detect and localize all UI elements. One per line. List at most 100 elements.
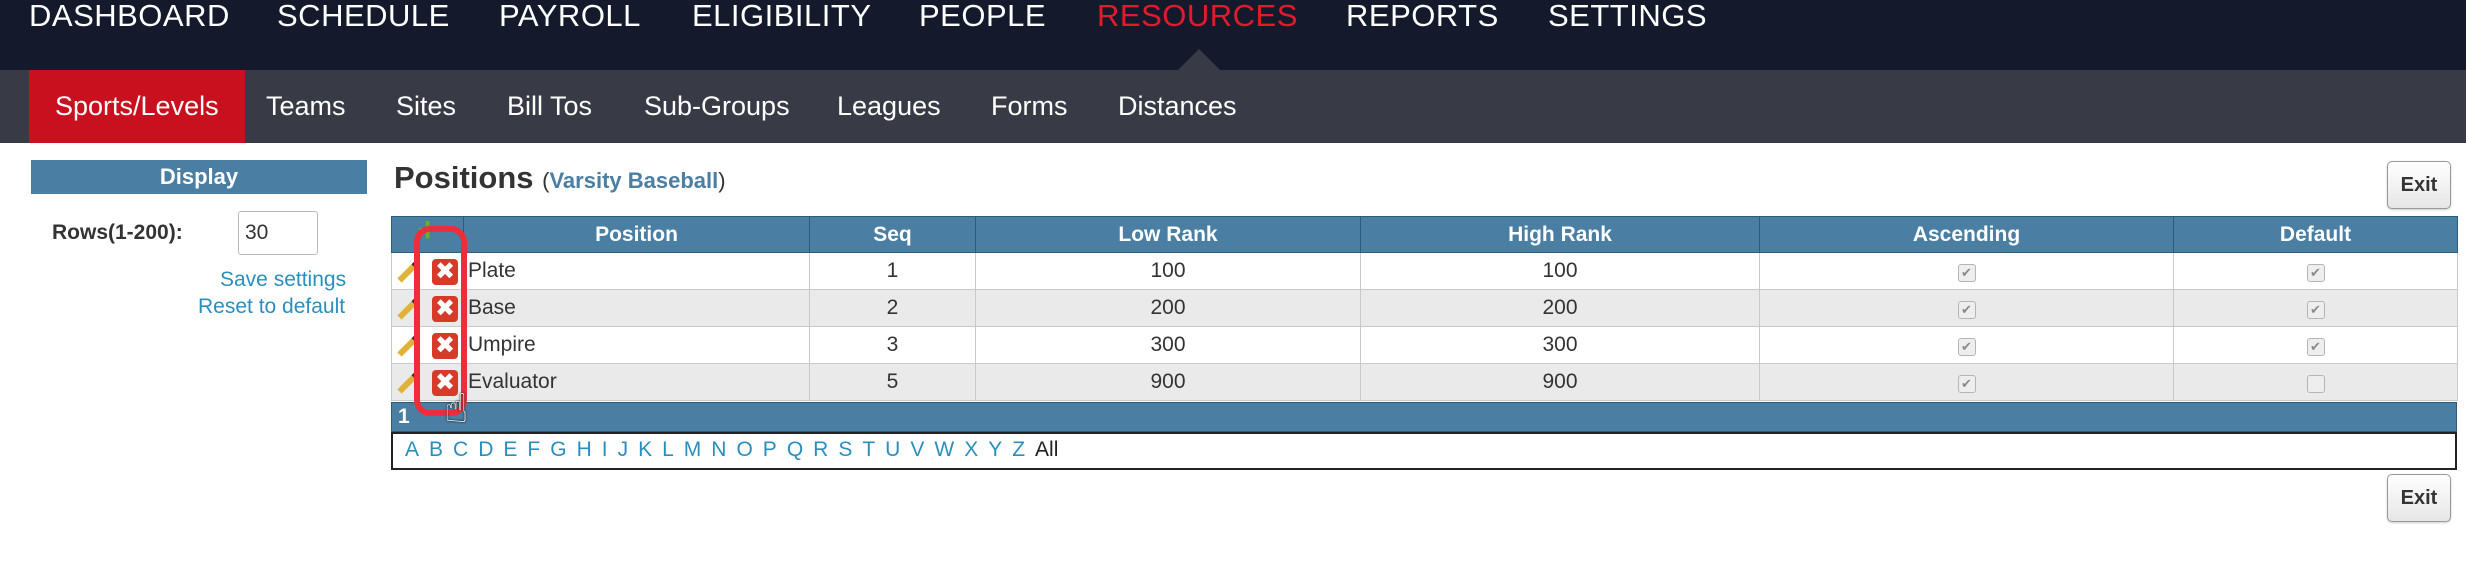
cell-high-rank: 900 [1360,363,1760,401]
cell-default: ✔ [2173,289,2458,327]
alpha-letter[interactable]: N [711,438,726,461]
cell-ascending: ✔ [1759,252,2174,290]
alpha-letter[interactable]: X [964,438,978,461]
nav-people[interactable]: PEOPLE [919,0,1046,34]
table-row: ✖ Base 2 200 200 ✔ ✔ [391,289,2458,327]
alpha-letter[interactable]: M [684,438,702,461]
sport-level-link[interactable]: Varsity Baseball [549,168,718,193]
alpha-letter[interactable]: B [429,438,443,461]
cell-low-rank: 300 [975,326,1361,364]
alpha-letter[interactable]: S [838,438,852,461]
default-checkbox: ✔ [2306,264,2325,282]
alpha-letter[interactable]: A [405,438,419,461]
nav-reports[interactable]: REPORTS [1346,0,1499,34]
alpha-letter[interactable]: G [550,438,566,461]
rows-label: Rows(1-200): [52,221,183,244]
cell-low-rank: 900 [975,363,1361,401]
alpha-letter[interactable]: U [885,438,900,461]
subnav-leagues[interactable]: Leagues [837,70,941,143]
subnav-forms[interactable]: Forms [991,70,1068,143]
subnav-sites[interactable]: Sites [396,70,456,143]
ascending-checkbox: ✔ [1957,375,1976,393]
alpha-letter[interactable]: J [618,438,629,461]
alpha-letter[interactable]: R [813,438,828,461]
col-ascending[interactable]: Ascending [1759,216,2174,253]
default-checkbox: ✔ [2306,338,2325,356]
top-nav: DASHBOARD SCHEDULE PAYROLL ELIGIBILITY P… [0,0,2466,70]
cell-ascending: ✔ [1759,326,2174,364]
alpha-letter[interactable]: T [862,438,875,461]
alpha-letter[interactable]: Z [1012,438,1025,461]
alpha-letter[interactable]: L [662,438,674,461]
cell-low-rank: 100 [975,252,1361,290]
cell-seq: 3 [809,326,976,364]
display-panel-header: Display [31,160,367,194]
ascending-checkbox: ✔ [1957,301,1976,319]
pager-bar: 1 [391,402,2457,432]
cell-high-rank: 100 [1360,252,1760,290]
rows-input[interactable] [238,211,318,255]
active-nav-indicator [1178,49,1220,70]
table-row: ✖ Evaluator 5 900 900 ✔ ✔ [391,363,2458,401]
nav-payroll[interactable]: PAYROLL [499,0,641,34]
alpha-letter[interactable]: C [453,438,468,461]
reset-default-link[interactable]: Reset to default [198,295,345,319]
save-settings-link[interactable]: Save settings [220,268,346,292]
alpha-letter[interactable]: W [934,438,954,461]
alpha-letter[interactable]: Q [787,438,803,461]
ascending-checkbox: ✔ [1957,338,1976,356]
subnav-teams[interactable]: Teams [266,70,346,143]
subnav-sports-levels[interactable]: Sports/Levels [29,70,245,143]
nav-schedule[interactable]: SCHEDULE [277,0,450,34]
exit-button-top[interactable]: Exit [2387,161,2451,209]
nav-eligibility[interactable]: ELIGIBILITY [692,0,872,34]
alpha-letter[interactable]: D [478,438,493,461]
alpha-letter[interactable]: F [527,438,540,461]
page-title-text: Positions [394,160,534,195]
alpha-letter[interactable]: P [763,438,777,461]
exit-button-bottom[interactable]: Exit [2387,474,2451,522]
col-low-rank[interactable]: Low Rank [975,216,1361,253]
page-title: Positions (Varsity Baseball) [394,160,726,196]
alpha-letter[interactable]: V [910,438,924,461]
cell-position: Evaluator [463,363,810,401]
cell-high-rank: 300 [1360,326,1760,364]
alpha-letter[interactable]: K [638,438,652,461]
cell-default: ✔ [2173,326,2458,364]
cell-position: Plate [463,252,810,290]
col-position[interactable]: Position [463,216,810,253]
alpha-letter[interactable]: O [736,438,752,461]
sub-nav: Sports/Levels Teams Sites Bill Tos Sub-G… [0,70,2466,143]
cell-default: ✔ [2173,363,2458,401]
subnav-distances[interactable]: Distances [1118,70,1237,143]
subnav-sub-groups[interactable]: Sub-Groups [644,70,790,143]
col-default[interactable]: Default [2173,216,2458,253]
default-checkbox: ✔ [2306,301,2325,319]
cell-seq: 2 [809,289,976,327]
table-row: ✖ Umpire 3 300 300 ✔ ✔ [391,326,2458,364]
ascending-checkbox: ✔ [1957,264,1976,282]
cell-high-rank: 200 [1360,289,1760,327]
cell-seq: 1 [809,252,976,290]
nav-settings[interactable]: SETTINGS [1548,0,1707,34]
cell-ascending: ✔ [1759,289,2174,327]
alpha-letter[interactable]: H [577,438,592,461]
cell-position: Base [463,289,810,327]
table-row: ✖ Plate 1 100 100 ✔ ✔ [391,252,2458,290]
nav-dashboard[interactable]: DASHBOARD [29,0,230,34]
col-seq[interactable]: Seq [809,216,976,253]
table-header-row: + Position Seq Low Rank High Rank Ascend… [391,213,2458,253]
subnav-bill-tos[interactable]: Bill Tos [507,70,592,143]
nav-resources[interactable]: RESOURCES [1097,0,1298,34]
page-subtitle: (Varsity Baseball) [542,168,726,193]
alpha-letter[interactable]: I [602,438,608,461]
positions-table: + Position Seq Low Rank High Rank Ascend… [391,213,2458,401]
alpha-filter-bar: A B C D E F G H I J K L M N O P Q R S T U V W X Y Z All [391,432,2457,470]
alpha-all[interactable]: All [1035,438,1058,461]
alpha-letters: A B C D E F G H I J K L M N O P Q R S T U V W X Y Z All [405,438,1058,462]
col-high-rank[interactable]: High Rank [1360,216,1760,253]
cell-low-rank: 200 [975,289,1361,327]
alpha-letter[interactable]: E [503,438,517,461]
page-number[interactable]: 1 [398,405,410,429]
alpha-letter[interactable]: Y [988,438,1002,461]
